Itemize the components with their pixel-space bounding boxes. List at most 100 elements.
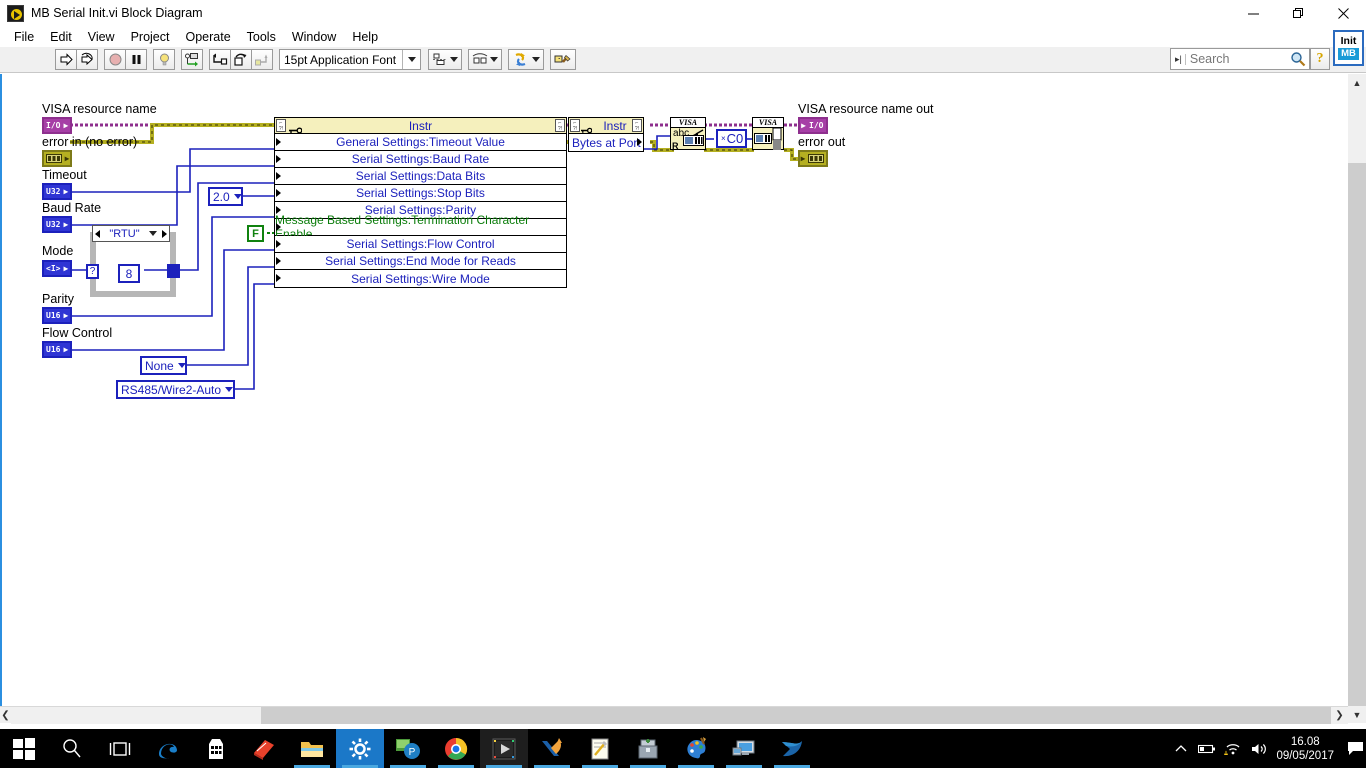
highlight-execution-button[interactable] <box>153 49 175 70</box>
file-explorer-button[interactable] <box>288 729 336 768</box>
menu-file[interactable]: File <box>6 29 42 45</box>
network-button[interactable] <box>1220 729 1246 768</box>
menu-tools[interactable]: Tools <box>239 29 284 45</box>
end-mode-constant[interactable]: None <box>140 356 187 375</box>
archive-button[interactable] <box>624 729 672 768</box>
step-out-button[interactable] <box>251 49 273 70</box>
battery-button[interactable] <box>1194 729 1220 768</box>
property-row-flow-control[interactable]: Serial Settings:Flow Control <box>275 236 566 253</box>
align-objects-dropdown[interactable] <box>428 49 463 70</box>
edge-button[interactable] <box>144 729 192 768</box>
taskbar-search-button[interactable] <box>48 729 96 768</box>
task-view-button[interactable] <box>96 729 144 768</box>
chevron-down-icon[interactable] <box>149 231 157 236</box>
menu-project[interactable]: Project <box>123 29 178 45</box>
property-row-wire-mode[interactable]: Serial Settings:Wire Mode <box>275 270 566 287</box>
step-into-button[interactable] <box>209 49 231 70</box>
visa-close-node[interactable]: VISA <box>752 117 784 150</box>
chevron-down-icon[interactable] <box>225 387 234 392</box>
property-node-instr[interactable]: ⌐?! Instr ⌐?! General Settings:Timeout V… <box>274 117 567 288</box>
teamviewer-button[interactable]: P <box>384 729 432 768</box>
stop-bits-constant[interactable]: 2.0 <box>208 187 243 206</box>
distribute-objects-dropdown[interactable] <box>468 49 503 70</box>
font-selector-caret[interactable] <box>402 50 417 69</box>
horizontal-scrollbar[interactable]: ❮ ❯ <box>0 706 1348 724</box>
notepad-button[interactable] <box>576 729 624 768</box>
scroll-right-icon[interactable]: ❯ <box>1331 707 1348 724</box>
font-selector[interactable]: 15pt Application Font <box>279 49 422 70</box>
step-over-button[interactable] <box>230 49 252 70</box>
terminal-timeout[interactable]: U32 ▶ <box>42 183 72 200</box>
property-row-termination-character-enable[interactable]: Message Based Settings:Termination Chara… <box>275 213 566 241</box>
reference-in-terminal[interactable]: ⌐?! <box>570 119 580 132</box>
menu-window[interactable]: Window <box>284 29 344 45</box>
horizontal-scroll-thumb[interactable] <box>11 707 261 724</box>
terminal-visa-resource-name[interactable]: I/O ▶ <box>42 117 72 134</box>
menu-edit[interactable]: Edit <box>42 29 80 45</box>
volume-button[interactable] <box>1246 729 1272 768</box>
reference-out-terminal[interactable]: ⌐?! <box>632 119 642 132</box>
close-constant[interactable]: × C0 <box>716 129 747 148</box>
block-diagram-canvas[interactable]: VISA resource name I/O ▶ error in (no er… <box>0 74 1348 706</box>
reorder-dropdown[interactable] <box>508 49 545 70</box>
paint-button[interactable] <box>672 729 720 768</box>
abort-execution-button[interactable] <box>104 49 126 70</box>
action-center-button[interactable] <box>1344 729 1366 768</box>
app-button[interactable] <box>768 729 816 768</box>
property-row-data-bits[interactable]: Serial Settings:Data Bits <box>275 168 566 185</box>
vertical-scroll-thumb[interactable] <box>1348 91 1366 163</box>
scroll-up-icon[interactable]: ▲ <box>1348 74 1366 91</box>
menu-view[interactable]: View <box>80 29 123 45</box>
vi-icon-pane[interactable]: Init MB <box>1333 30 1364 66</box>
store-button[interactable] <box>192 729 240 768</box>
xctu-button[interactable] <box>528 729 576 768</box>
scroll-down-icon[interactable]: ▼ <box>1348 706 1366 723</box>
next-case-icon[interactable] <box>162 229 167 238</box>
menu-operate[interactable]: Operate <box>177 29 238 45</box>
case-selector-label[interactable]: "RTU" <box>92 225 170 242</box>
search-input[interactable]: ▸| Search <box>1170 48 1310 70</box>
terminal-baud-rate[interactable]: U32 ▶ <box>42 216 72 233</box>
data-bits-constant[interactable]: 8 <box>118 264 140 283</box>
case-structure-mode[interactable]: "RTU" ? 8 <box>86 225 180 297</box>
reference-in-terminal[interactable]: ⌐?! <box>276 119 286 132</box>
previous-case-icon[interactable] <box>95 229 100 238</box>
case-selector-terminal[interactable]: ? <box>86 264 99 279</box>
case-output-tunnel[interactable] <box>167 264 180 278</box>
terminal-flow-control[interactable]: U16 ▶ <box>42 341 72 358</box>
scroll-left-icon[interactable]: ❮ <box>0 707 11 724</box>
remote-desktop-button[interactable] <box>720 729 768 768</box>
reference-out-terminal[interactable]: ⌐?! <box>555 119 565 132</box>
wire-mode-constant[interactable]: RS485/Wire2-Auto <box>116 380 235 399</box>
close-button[interactable] <box>1321 0 1366 27</box>
chevron-down-icon[interactable] <box>177 363 186 368</box>
clock[interactable]: 16.08 09/05/2017 <box>1272 735 1344 763</box>
vertical-scrollbar[interactable]: ▲ ▼ <box>1348 74 1366 723</box>
vertical-scroll-track[interactable] <box>1348 163 1366 706</box>
property-row-stop-bits[interactable]: Serial Settings:Stop Bits <box>275 185 566 202</box>
indicator-visa-resource-name-out[interactable]: ▶ I/O <box>798 117 828 134</box>
property-row-end-mode-for-reads[interactable]: Serial Settings:End Mode for Reads <box>275 253 566 270</box>
context-help-button[interactable]: ? <box>1310 48 1330 70</box>
terminal-mode[interactable]: <I> ▶ <box>42 260 72 277</box>
menu-help[interactable]: Help <box>344 29 386 45</box>
run-button[interactable] <box>55 49 77 70</box>
property-node-bytes-at-port[interactable]: ⌐?! Instr ⌐?! Bytes at Port <box>568 117 644 152</box>
start-button[interactable] <box>0 729 48 768</box>
labview-button[interactable] <box>480 729 528 768</box>
pause-button[interactable] <box>125 49 147 70</box>
terminal-error-in[interactable]: ▶ <box>42 150 72 167</box>
show-hidden-icons-button[interactable] <box>1168 729 1194 768</box>
property-row-baud-rate[interactable]: Serial Settings:Baud Rate <box>275 151 566 168</box>
clean-up-diagram-button[interactable] <box>550 49 577 70</box>
visa-read-node[interactable]: VISA abc R <box>670 117 706 151</box>
reader-button[interactable] <box>240 729 288 768</box>
property-row-timeout-value[interactable]: General Settings:Timeout Value <box>275 134 566 151</box>
chevron-down-icon[interactable] <box>233 194 242 199</box>
terminal-parity[interactable]: U16 ▶ <box>42 307 72 324</box>
horizontal-scroll-track[interactable] <box>261 707 1348 724</box>
minimize-button[interactable] <box>1231 0 1276 27</box>
indicator-error-out[interactable]: ▶ <box>798 150 828 167</box>
settings-button[interactable] <box>336 729 384 768</box>
run-continuously-button[interactable] <box>76 49 98 70</box>
